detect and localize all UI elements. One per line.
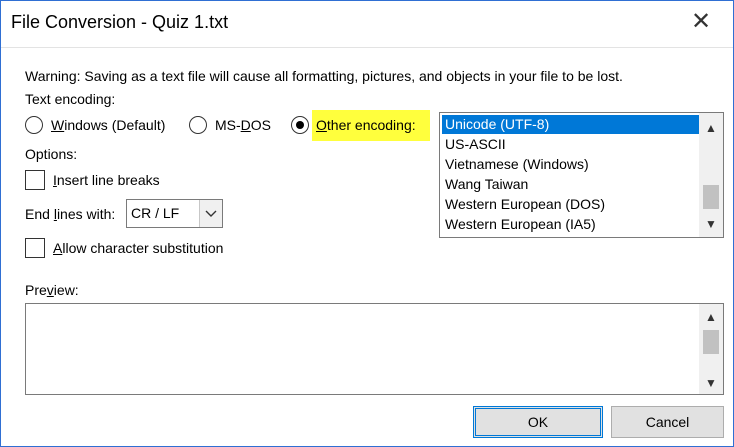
end-lines-value: CR / LF: [131, 205, 180, 221]
other-encoding-highlight: Other encoding:: [312, 110, 430, 141]
close-icon[interactable]: ✕: [687, 9, 715, 37]
radio-circle[interactable]: [25, 116, 43, 134]
preview-box[interactable]: ▲ ▼: [25, 303, 724, 395]
title-bar: File Conversion - Quiz 1.txt ✕: [1, 1, 733, 48]
end-lines-label: End lines with:: [25, 206, 116, 222]
warning-text: Warning: Saving as a text file will caus…: [25, 68, 623, 84]
preview-label: Preview:: [25, 282, 79, 298]
scroll-down-icon[interactable]: ▼: [699, 374, 723, 392]
list-item[interactable]: Western European (IA5): [442, 215, 700, 234]
radio-circle[interactable]: [189, 116, 207, 134]
cancel-button[interactable]: Cancel: [611, 406, 724, 438]
list-item[interactable]: US-ASCII: [442, 135, 700, 154]
list-item[interactable]: Unicode (UTF-8): [442, 115, 700, 134]
radio-circle-selected[interactable]: [291, 116, 309, 134]
checkbox-box[interactable]: [25, 170, 45, 190]
allow-substitution-label: Allow character substitution: [53, 240, 224, 256]
checkbox-box[interactable]: [25, 238, 45, 258]
options-label: Options:: [25, 146, 78, 162]
ok-button[interactable]: OK: [473, 406, 603, 438]
scroll-up-icon[interactable]: ▲: [699, 308, 723, 326]
list-item[interactable]: Vietnamese (Windows): [442, 155, 700, 174]
scroll-down-icon[interactable]: ▼: [699, 215, 723, 233]
end-lines-select[interactable]: CR / LF: [126, 199, 223, 228]
insert-line-breaks-label: Insert line breaks: [53, 172, 160, 188]
preview-scrollbar[interactable]: ▲ ▼: [699, 304, 723, 394]
file-conversion-dialog: File Conversion - Quiz 1.txt ✕ Warning: …: [0, 0, 734, 447]
scroll-thumb[interactable]: [703, 185, 719, 209]
chevron-down-icon[interactable]: [199, 200, 222, 227]
radio-windows-label: Windows (Default): [51, 117, 166, 133]
text-encoding-label: Text encoding:: [25, 91, 116, 107]
scroll-thumb[interactable]: [703, 330, 719, 354]
window-title: File Conversion - Quiz 1.txt: [11, 12, 229, 32]
encoding-listbox[interactable]: Unicode (UTF-8) US-ASCII Vietnamese (Win…: [439, 112, 724, 238]
encoding-scrollbar[interactable]: ▲ ▼: [699, 113, 723, 237]
radio-other-encoding-label: Other encoding:: [316, 117, 416, 133]
list-item[interactable]: Wang Taiwan: [442, 175, 700, 194]
list-item[interactable]: Western European (DOS): [442, 195, 700, 214]
scroll-up-icon[interactable]: ▲: [699, 119, 723, 137]
radio-ms-dos-label: MS-DOS: [215, 117, 272, 133]
